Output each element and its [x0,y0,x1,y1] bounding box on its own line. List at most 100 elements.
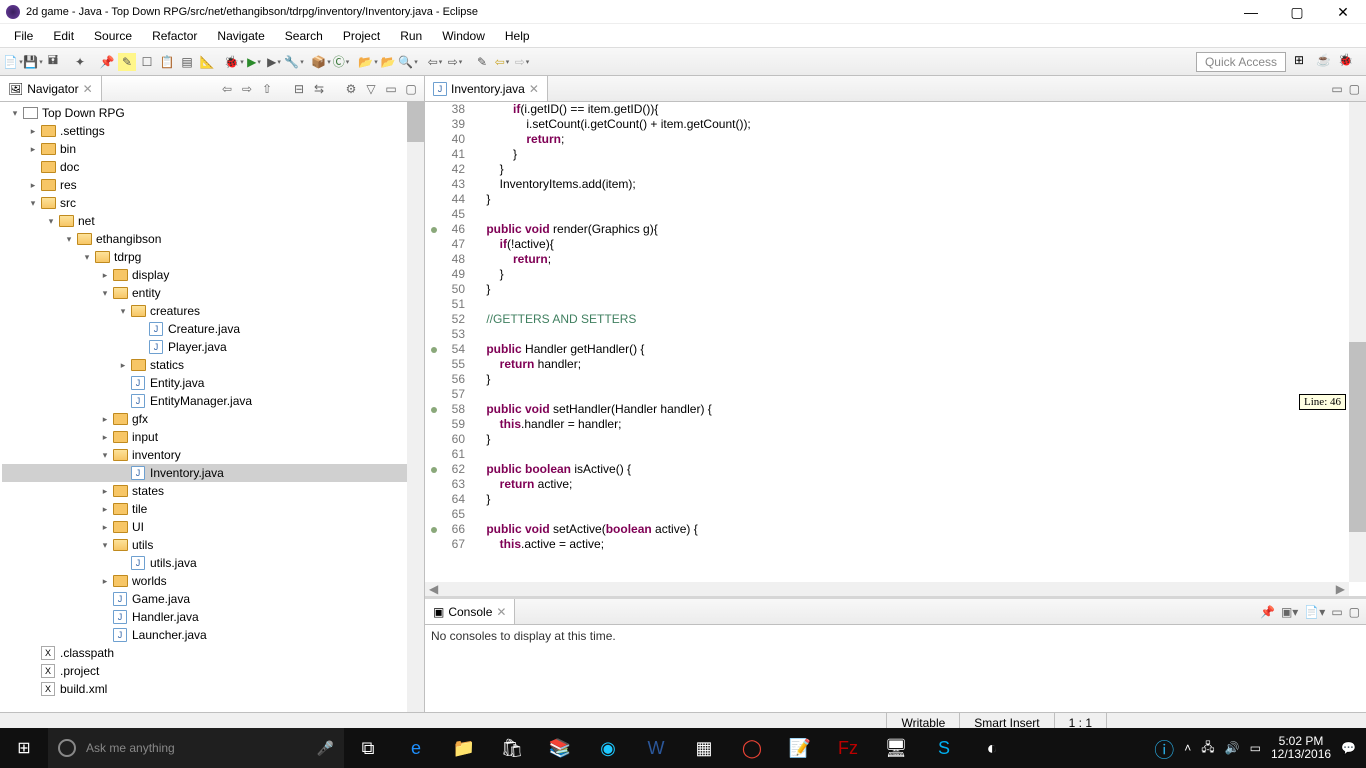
maximize-editor-icon[interactable]: ▢ [1349,82,1360,96]
menu-navigate[interactable]: Navigate [207,26,274,46]
tree-item[interactable]: ▾src [2,194,424,212]
open-task-icon[interactable]: 📂 [379,53,397,71]
menu-source[interactable]: Source [84,26,142,46]
forward-icon[interactable]: ⇨ [513,53,531,71]
tree-item[interactable]: build.xml [2,680,424,698]
open-perspective-icon[interactable]: ⊞ [1294,53,1312,71]
maximize-button[interactable]: ▢ [1274,0,1320,24]
tree-project[interactable]: ▾Top Down RPG [2,104,424,122]
ruler-icon[interactable]: 📐 [198,53,216,71]
minimize-view-icon[interactable]: ▭ [384,82,398,96]
tree-item[interactable]: Creature.java [2,320,424,338]
clock[interactable]: 5:02 PM 12/13/2016 [1271,735,1331,761]
tree-item[interactable]: Entity.java [2,374,424,392]
debug-icon[interactable]: 🐞 [225,53,243,71]
eclipse-taskbar-icon[interactable]: ◐ [968,728,1016,768]
search-icon[interactable]: 🔍 [399,53,417,71]
tree-item[interactable]: ▸display [2,266,424,284]
editor-hscrollbar[interactable]: ◀▶ [425,582,1349,596]
tree-scrollbar[interactable] [407,102,424,712]
tree-item[interactable]: ▾net [2,212,424,230]
tree-item[interactable]: Handler.java [2,608,424,626]
task-view-icon[interactable]: ⧉ [344,728,392,768]
list-icon[interactable]: ▤ [178,53,196,71]
word-icon[interactable]: W [632,728,680,768]
run-icon[interactable]: ▶ [245,53,263,71]
coverage-icon[interactable]: ▶ [265,53,283,71]
quick-access-input[interactable]: Quick Access [1196,52,1286,72]
network-icon[interactable]: 🖧 [1201,738,1214,759]
volume-icon[interactable]: 🔊 [1225,741,1240,755]
tree-item[interactable]: .project [2,662,424,680]
minecraft-icon[interactable]: ▦ [680,728,728,768]
tree-item[interactable]: ▾entity [2,284,424,302]
pin-icon[interactable]: 📌 [98,53,116,71]
annotation-next-icon[interactable]: ⇨ [446,53,464,71]
menu-search[interactable]: Search [275,26,333,46]
new-class-icon[interactable]: Ⓒ [332,53,350,71]
max-console-icon[interactable]: ▢ [1349,605,1360,619]
back-icon[interactable]: ⇦ [493,53,511,71]
project-tree[interactable]: ▾Top Down RPG▸.settings▸bindoc▸res▾src▾n… [0,102,424,712]
link-editor-icon[interactable]: ⇆ [312,82,326,96]
tree-item[interactable]: ▾utils [2,536,424,554]
tree-item[interactable]: ▾creatures [2,302,424,320]
tree-item[interactable]: ▸states [2,482,424,500]
minimize-editor-icon[interactable]: ▭ [1331,82,1342,96]
store-icon[interactable]: 🛍 [488,728,536,768]
cortana-search[interactable]: Ask me anything 🎤 [48,728,344,768]
open-type-icon[interactable]: 📂 [359,53,377,71]
tree-item[interactable]: .classpath [2,644,424,662]
tree-item[interactable]: doc [2,158,424,176]
tree-item[interactable]: Inventory.java [2,464,424,482]
tree-item[interactable]: utils.java [2,554,424,572]
code-content[interactable]: if(i.getID() == item.getID()){ i.setCoun… [473,102,1366,596]
up-nav-icon[interactable]: ⇧ [260,82,274,96]
tray-overflow-icon[interactable]: ˄ [1184,741,1191,755]
maximize-view-icon[interactable]: ▢ [404,82,418,96]
clipboard-icon[interactable]: 📋 [158,53,176,71]
fwd-nav-icon[interactable]: ⇨ [240,82,254,96]
tree-item[interactable]: ▸input [2,428,424,446]
close-console-icon[interactable]: ✕ [496,605,506,619]
annotation-prev-icon[interactable]: ⇦ [426,53,444,71]
menu-help[interactable]: Help [495,26,540,46]
last-edit-icon[interactable]: ✎ [473,53,491,71]
ext-tools-icon[interactable]: 🔧 [285,53,303,71]
minimize-button[interactable]: — [1228,0,1274,24]
app-icon-2[interactable]: 🖥 [872,728,920,768]
menu-project[interactable]: Project [333,26,390,46]
save-all-icon[interactable]: 🖬 [44,53,62,71]
menu-edit[interactable]: Edit [43,26,84,46]
filezilla-icon[interactable]: Fz [824,728,872,768]
view-menu-icon[interactable]: ▽ [364,82,378,96]
tree-item[interactable]: ▸.settings [2,122,424,140]
close-button[interactable]: ✕ [1320,0,1366,24]
chrome-icon[interactable]: ◯ [728,728,776,768]
filter-icon[interactable]: ⚙ [344,82,358,96]
navigator-tab[interactable]: 🖼 Navigator ✕ [0,76,102,101]
display-console-icon[interactable]: ▣▾ [1281,605,1298,619]
save-icon[interactable]: 💾 [24,53,42,71]
pin-console-icon[interactable]: 📌 [1260,605,1275,619]
toggle-icon[interactable]: ☐ [138,53,156,71]
tree-item[interactable]: EntityManager.java [2,392,424,410]
explorer-icon[interactable]: 📁 [440,728,488,768]
winrar-icon[interactable]: 📚 [536,728,584,768]
tree-item[interactable]: ▸tile [2,500,424,518]
tree-item[interactable]: ▸res [2,176,424,194]
tree-item[interactable]: ▸worlds [2,572,424,590]
collapse-all-icon[interactable]: ⊟ [292,82,306,96]
new-icon[interactable]: 📄 [4,53,22,71]
lang-icon[interactable]: ▭ [1250,741,1261,755]
editor-vscrollbar[interactable] [1349,102,1366,582]
menu-file[interactable]: File [4,26,43,46]
edge-icon[interactable]: e [392,728,440,768]
tree-item[interactable]: ▸UI [2,518,424,536]
help-icon[interactable]: ⓘ [1154,734,1174,763]
tree-item[interactable]: Launcher.java [2,626,424,644]
new-console-icon[interactable]: 📄▾ [1304,605,1325,619]
tree-item[interactable]: Player.java [2,338,424,356]
tree-item[interactable]: ▸bin [2,140,424,158]
console-tab[interactable]: ▣ Console ✕ [425,599,515,624]
